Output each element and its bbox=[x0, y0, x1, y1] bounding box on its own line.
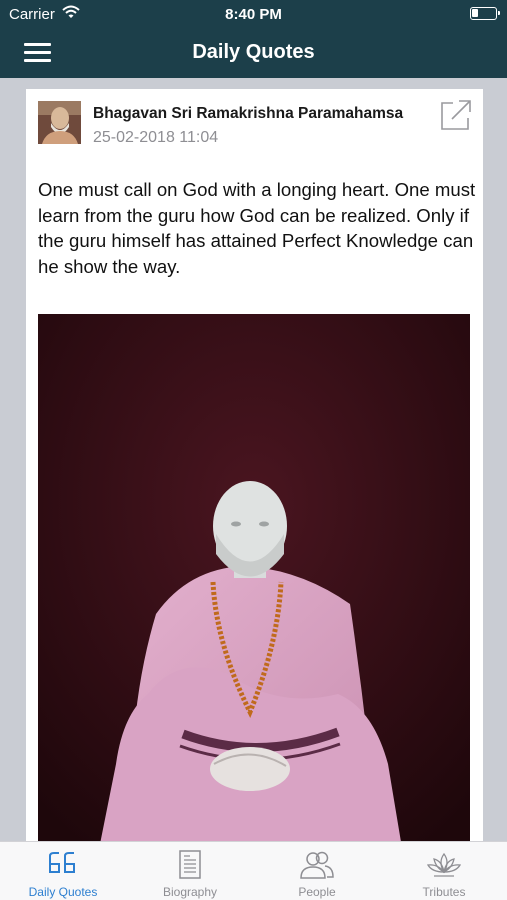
status-time: 8:40 PM bbox=[225, 6, 282, 23]
avatar[interactable] bbox=[38, 101, 81, 144]
tab-people[interactable]: People bbox=[254, 842, 380, 900]
people-icon bbox=[299, 850, 335, 880]
page-title: Daily Quotes bbox=[192, 41, 315, 63]
tab-label: People bbox=[298, 885, 336, 899]
tab-label: Daily Quotes bbox=[28, 885, 98, 899]
statue-photo[interactable] bbox=[38, 314, 470, 849]
author-name[interactable]: Bhagavan Sri Ramakrishna Paramahamsa bbox=[93, 105, 428, 123]
tab-tributes[interactable]: Tributes bbox=[381, 842, 507, 900]
tab-biography[interactable]: Biography bbox=[127, 842, 253, 900]
tab-bar: Daily Quotes Biography People Tributes bbox=[0, 841, 507, 900]
post-date: 25-02-2018 11:04 bbox=[93, 129, 219, 146]
tab-daily-quotes[interactable]: Daily Quotes bbox=[0, 842, 126, 900]
battery-icon bbox=[470, 7, 500, 20]
share-icon[interactable] bbox=[440, 99, 472, 131]
tab-label: Tributes bbox=[422, 885, 466, 899]
tab-label: Biography bbox=[162, 885, 218, 899]
document-icon bbox=[172, 850, 208, 880]
quote-icon bbox=[45, 850, 81, 880]
quote-card: Bhagavan Sri Ramakrishna Paramahamsa 25-… bbox=[26, 89, 483, 849]
status-bar: Carrier 8:40 PM bbox=[0, 0, 507, 28]
nav-bar: Daily Quotes bbox=[0, 28, 507, 78]
quote-text: One must call on God with a longing hear… bbox=[38, 179, 476, 277]
lotus-icon bbox=[426, 850, 462, 880]
